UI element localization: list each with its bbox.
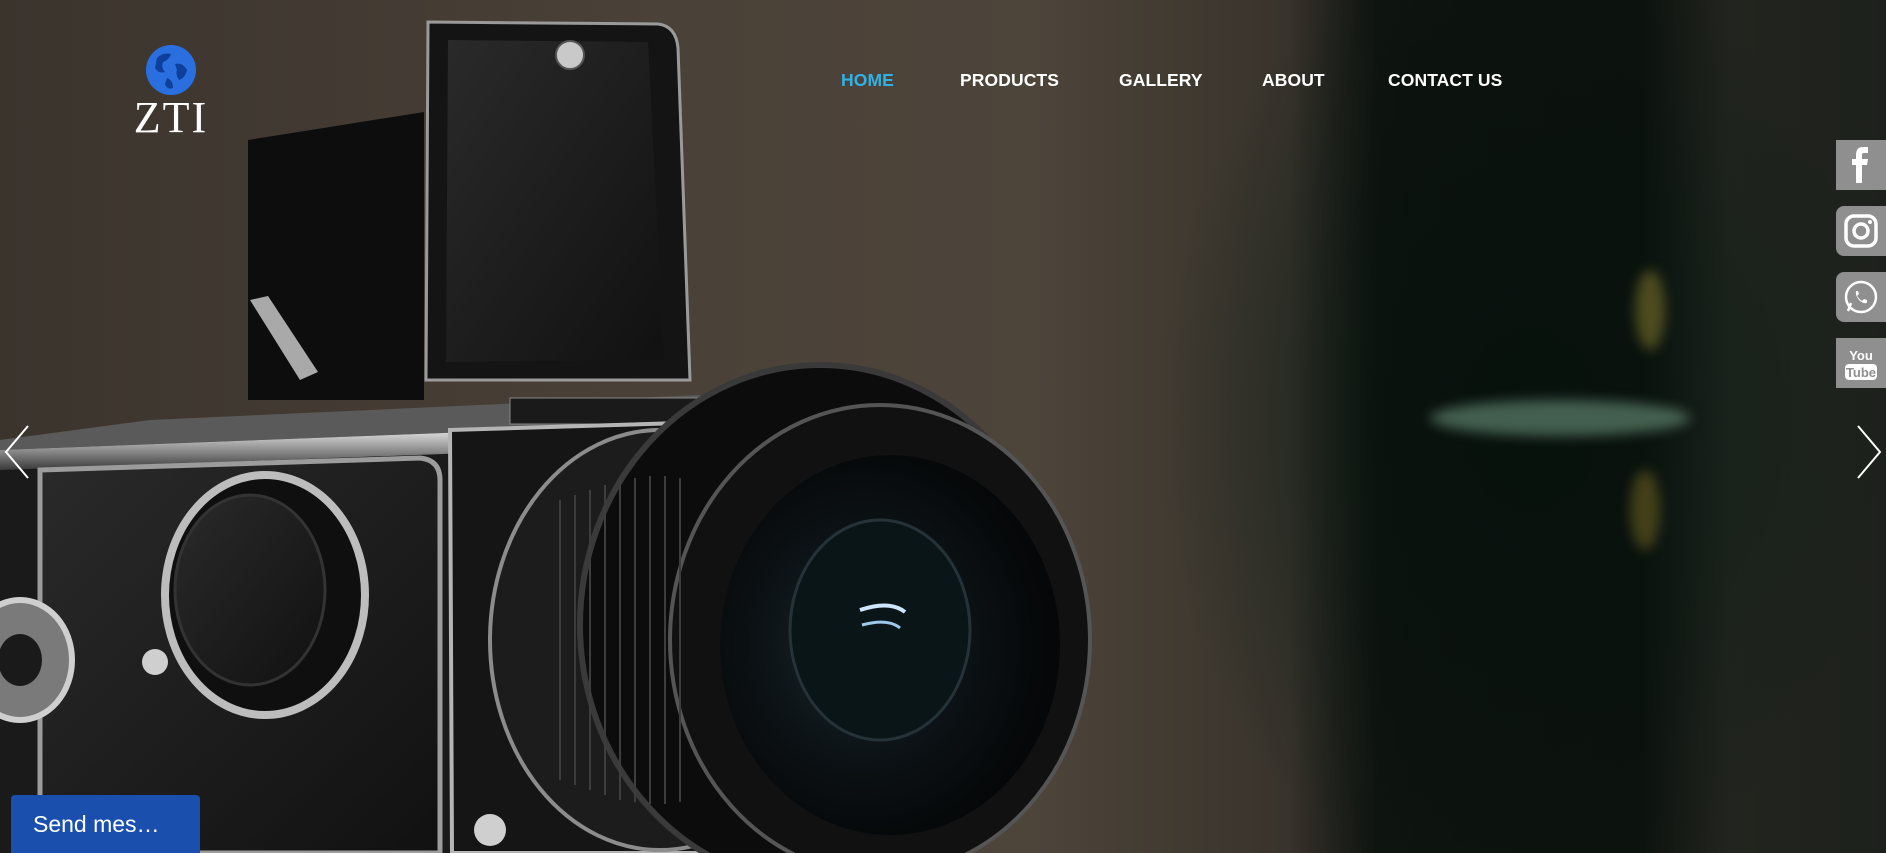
svg-text:Tube: Tube [1846,365,1876,380]
whatsapp-icon [1844,280,1878,314]
nav-home[interactable]: HOME [841,70,894,91]
svg-text:You: You [1849,348,1873,363]
nav-gallery[interactable]: GALLERY [1119,70,1203,91]
youtube-icon: You Tube [1845,348,1877,380]
logo[interactable]: ZTI [130,44,212,148]
instagram-icon [1844,214,1878,248]
nav-products[interactable]: PRODUCTS [960,70,1059,91]
nav-about[interactable]: ABOUT [1262,70,1325,91]
facebook-button[interactable] [1836,140,1886,190]
chevron-right-icon [1857,425,1882,479]
instagram-button[interactable] [1836,206,1886,256]
send-message-button[interactable]: Send mes… [11,795,200,853]
globe-icon [146,45,196,95]
prev-slide-button[interactable] [0,424,34,480]
youtube-button[interactable]: You Tube [1836,338,1886,388]
facebook-icon [1852,147,1868,183]
nav-contact-us[interactable]: CONTACT US [1388,70,1502,91]
camera-photo [0,20,1092,853]
hero-slider [0,0,1886,853]
chevron-left-icon [4,425,29,479]
whatsapp-button[interactable] [1836,272,1886,322]
next-slide-button[interactable] [1852,424,1886,480]
logo-text: ZTI [133,93,209,142]
